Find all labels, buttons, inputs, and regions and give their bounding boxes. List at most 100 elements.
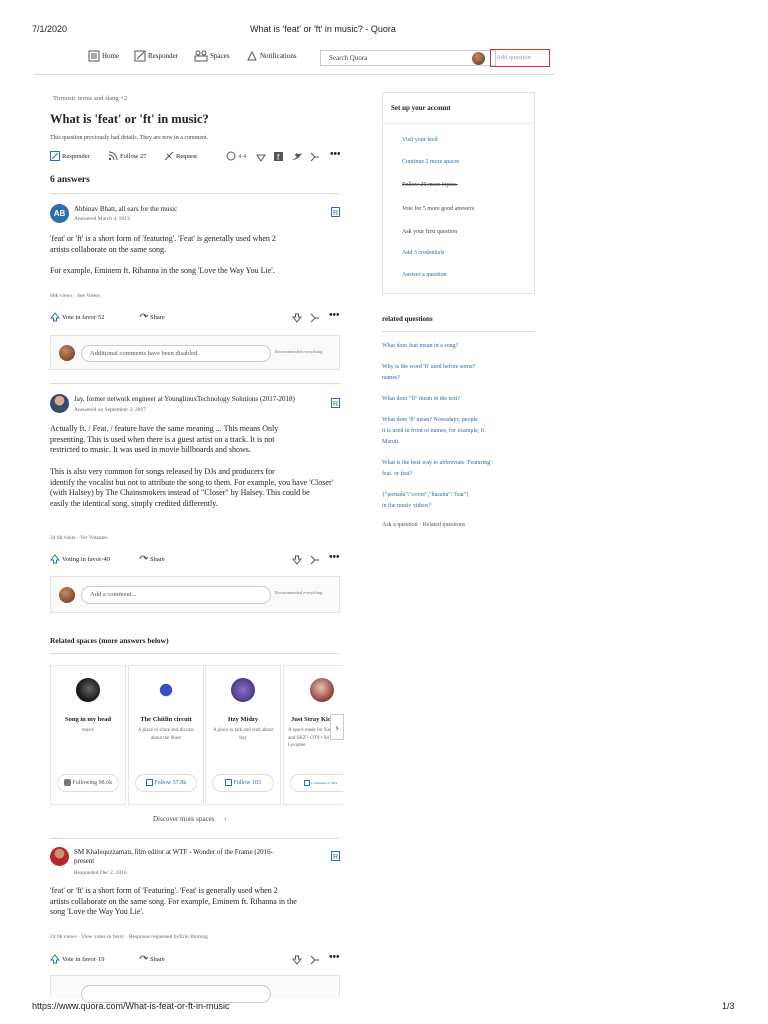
more-options-icon[interactable]: ••• — [330, 149, 341, 160]
space-follow-button[interactable]: 0 continues at SKS — [290, 774, 343, 792]
space-follow-button[interactable]: Follow 57.8k — [135, 774, 197, 792]
user-avatar[interactable] — [472, 52, 485, 65]
print-date: 7/1/2020 — [32, 24, 68, 34]
downvote-icon[interactable] — [292, 313, 302, 323]
setup-item[interactable]: Answer a question — [402, 272, 447, 278]
search-placeholder: Search Quora — [329, 54, 368, 62]
answer-line: song 'Love the Way You Lie'. — [50, 907, 144, 917]
nav-answer-label: Responder — [148, 51, 178, 60]
related-question-link[interactable]: {"portada":"cover","hazaña":"feat"} in t… — [382, 490, 535, 512]
question-note: This question previously had details. Th… — [50, 135, 209, 141]
question-title: What is 'feat' or 'ft' in music? — [50, 112, 209, 126]
related-questions-title: related questions — [382, 315, 433, 323]
question-breadcrumb[interactable]: Tirmusic terms and slang +2 — [53, 95, 127, 102]
commenter-avatar — [59, 345, 75, 361]
answer-author[interactable]: Jay, former network engineer at Younglin… — [74, 395, 295, 403]
more-options-icon[interactable]: ••• — [329, 952, 340, 963]
share-icon — [139, 555, 148, 560]
comment-box: Add a comment... Recommended everything — [50, 576, 340, 613]
space-card[interactable]: Song in my head music Following 98.6k — [50, 665, 126, 805]
follow-icon — [303, 780, 310, 787]
comment-input[interactable]: Additional comments have been disabled. — [81, 345, 271, 362]
comment-sort[interactable]: Recommended everything — [275, 349, 322, 354]
facebook-icon[interactable]: f — [274, 152, 283, 161]
forward-icon[interactable] — [310, 955, 320, 965]
forward-icon[interactable] — [310, 555, 320, 565]
setup-item[interactable]: Continue 2 more spaces — [402, 159, 460, 165]
search-input[interactable]: Search Quora — [320, 50, 496, 66]
comment-sort[interactable]: Recommended everything — [275, 590, 322, 595]
answer-author-avatar[interactable] — [50, 394, 69, 413]
answer-question-button[interactable]: Responder — [50, 151, 90, 162]
nav-spaces[interactable]: Spaces — [194, 50, 229, 62]
related-question-link[interactable]: What does 'ft' mean? Nowadays, people it… — [382, 415, 535, 448]
answer-date: Responded Dec 2, 2016 — [74, 870, 127, 876]
follow-question-button[interactable]: Follow 27 — [108, 151, 147, 161]
related-spaces-heading: Related spaces (more answers below) — [50, 636, 169, 645]
setup-item: Follow 20 more topics. — [402, 182, 458, 188]
related-question-link[interactable]: What does "ft" mean in the text? — [382, 394, 535, 405]
spaces-next-button[interactable]: › — [330, 714, 344, 740]
space-follow-label: Follow 103 — [233, 780, 261, 786]
answer-author-avatar[interactable]: AB — [50, 204, 69, 223]
space-description: A place to share and discuss about the b… — [137, 728, 195, 741]
print-page-number: 1/3 — [722, 1001, 735, 1011]
upvote-button[interactable]: Vote in favor·19 — [50, 954, 104, 964]
related-question-link[interactable]: What does feat mean in a song? — [382, 341, 535, 352]
nav-notifications[interactable]: Notifications — [246, 50, 297, 62]
more-options-icon[interactable]: ••• — [329, 552, 340, 563]
space-follow-button[interactable]: Following 98.6k — [57, 774, 119, 792]
answer-stats[interactable]: 34.6k visits · Ver Votantes — [50, 535, 108, 541]
request-answer-button[interactable]: Request — [164, 151, 197, 161]
upvote-button[interactable]: Voting in favor·40 — [50, 554, 110, 564]
nav-answer[interactable]: Responder — [134, 50, 178, 62]
setup-item[interactable]: Add 3 credentials — [402, 250, 444, 256]
space-follow-button[interactable]: Follow 103 — [212, 774, 274, 792]
more-options-icon[interactable]: ••• — [329, 310, 340, 321]
space-card[interactable]: The Chitlin circuit A place to share and… — [128, 665, 204, 805]
related-question-link[interactable]: What is the best way to abbreviate 'Feat… — [382, 458, 535, 480]
comments-count: 4 4 — [238, 153, 247, 160]
space-description: music — [82, 728, 94, 733]
setup-item[interactable]: Ask your first question — [402, 229, 457, 235]
related-questions-footer[interactable]: Ask a question · Related questions — [382, 520, 535, 531]
save-answer-icon[interactable]: R — [331, 851, 340, 861]
save-answer-icon[interactable]: R — [331, 398, 340, 408]
nav-spaces-label: Spaces — [210, 51, 230, 60]
related-question-link[interactable]: Why is the word 'ft' used before some? n… — [382, 362, 535, 384]
comments-button[interactable]: 4 4 — [226, 151, 246, 161]
share-button[interactable]: Share — [138, 954, 165, 964]
space-card[interactable]: Itzy Midzy A place to talk and read abou… — [205, 665, 281, 805]
nav-home[interactable]: Home — [88, 50, 119, 66]
discover-spaces-link[interactable]: Discover more spaces › — [153, 815, 227, 823]
share-icon[interactable] — [310, 152, 320, 162]
share-button[interactable]: Share — [138, 312, 165, 322]
forward-icon[interactable] — [310, 313, 320, 323]
question-actions: Responder Follow 27 Request 4 4 f ••• — [50, 149, 341, 165]
setup-item[interactable]: Visit your feed — [402, 137, 438, 143]
svg-text:R: R — [333, 210, 338, 217]
share-label: Share — [150, 314, 165, 321]
setup-item[interactable]: Vote for 5 more good answers — [402, 206, 474, 212]
answer-stats[interactable]: 60k views · See Voters — [50, 293, 100, 299]
upvote-button[interactable]: Vote in favor·52 — [50, 312, 104, 322]
downvote-icon[interactable] — [256, 152, 266, 162]
answer-author[interactable]: SM Khalequzzaman, film editor at WTF - W… — [74, 848, 324, 866]
related-questions-divider — [382, 331, 535, 332]
upvote-label: Vote in favor·52 — [62, 314, 105, 321]
comment-input[interactable]: Add a comment... — [81, 586, 271, 604]
downvote-icon[interactable] — [292, 555, 302, 565]
follow-icon — [224, 779, 232, 787]
downvote-icon[interactable] — [292, 955, 302, 965]
answer-actions: Vote in favor·52 Share ••• — [50, 310, 340, 324]
twitter-icon[interactable] — [292, 152, 302, 161]
answer-line: artists collaborate on the same song. Fo… — [50, 896, 297, 906]
answer-line: For example, Eminem ft. Rihanna in the s… — [50, 266, 275, 276]
save-answer-icon[interactable]: R — [331, 207, 340, 217]
answer-author[interactable]: Abhinav Bhatt, all ears for the music — [74, 205, 177, 213]
share-button[interactable]: Share — [138, 554, 165, 564]
add-question-button[interactable]: Add question — [490, 49, 550, 67]
answer-author-avatar[interactable] — [50, 847, 69, 866]
home-icon — [88, 50, 100, 62]
answer-stats[interactable]: 24.9k views · View votes in favor · Resp… — [50, 934, 208, 940]
